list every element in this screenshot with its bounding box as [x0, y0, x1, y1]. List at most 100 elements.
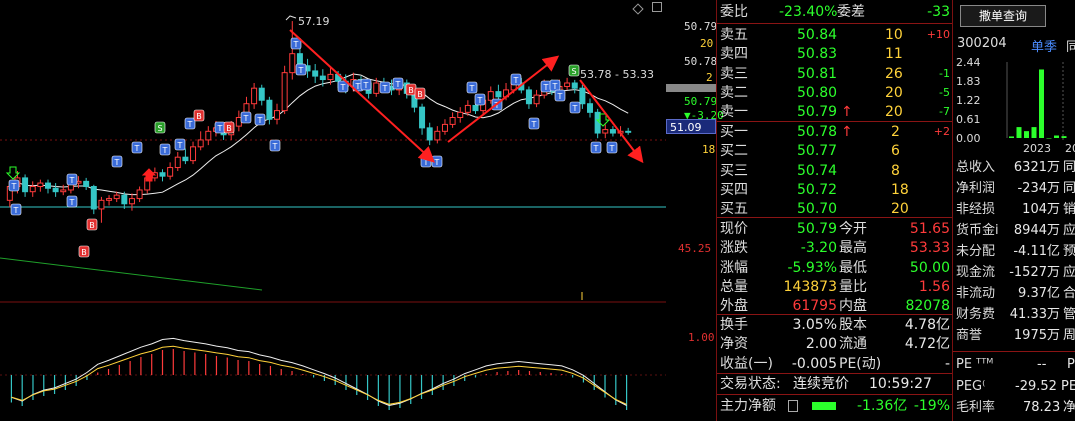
pe-label: PE ᵀᵀᴹ [956, 357, 994, 372]
finance-bar [1054, 135, 1059, 138]
ask-row[interactable]: 卖一 50.79 ↑ 20 -7 [717, 102, 953, 122]
signal-marker-text: T [69, 176, 75, 185]
finance-value: 9.37亿 [1018, 286, 1060, 301]
signal-marker-text: T [69, 198, 75, 207]
stat-value: 61795 [792, 298, 837, 315]
year-label: 2023 [1023, 142, 1051, 155]
gross-margin-label: 毛利率 [956, 400, 996, 415]
current-price-band [666, 84, 716, 92]
candle-body [289, 53, 296, 74]
axis-label: 18 [702, 143, 716, 156]
signal-marker-text: T [134, 144, 140, 153]
signal-marker: B [78, 245, 90, 258]
ask-row[interactable]: 卖五 50.84 10 +10 [717, 25, 953, 45]
finance-value: -234万 [1017, 181, 1060, 196]
ask-price: 50.79 [797, 104, 838, 121]
finance-label: 净利润 [956, 181, 996, 196]
ask-row[interactable]: 卖四 50.83 11 [717, 44, 953, 64]
bid-label: 买二 [720, 143, 748, 160]
ask-price: 50.81 [797, 65, 838, 82]
finance-label: 未分配 [956, 244, 996, 259]
restore-window-icon[interactable] [652, 2, 662, 12]
signal-marker-text: T [552, 82, 558, 91]
stat2-row: 收益(一) -0.005 PE(动) - [717, 354, 953, 374]
stat2-value: -0.005 [791, 355, 837, 372]
wei-cha-value: -33 [927, 4, 950, 20]
stat-value: 82078 [905, 298, 950, 315]
ask-row[interactable]: 卖三 50.81 26 -1 [717, 64, 953, 84]
bid-price: 50.74 [797, 162, 838, 179]
stat-value: 1.56 [918, 278, 950, 295]
candle-body [609, 129, 616, 134]
bid-row[interactable]: 买一 50.78 ↑ 2 +2 [717, 122, 953, 142]
finance-label: 货币金i [956, 223, 999, 238]
signal-marker: S [568, 64, 580, 77]
kline-chart-panel[interactable]: TTTTTTTTTTTTTTTTTTTTTTTTTTTTTTTTTBBBBBBS… [0, 0, 666, 421]
bid-change: +2 [933, 125, 950, 138]
stat2-row: 净资 2.00 流通 4.72亿 [717, 334, 953, 354]
ask-change: -7 [939, 105, 950, 119]
main-net-row[interactable]: 主力净额 -1.36亿 -19% [717, 396, 953, 416]
signal-marker-text: B [81, 248, 87, 257]
candle-body [44, 182, 51, 189]
candle-body [37, 182, 44, 188]
stat2-label: 股本 [839, 317, 867, 333]
bid-row[interactable]: 买五 50.70 20 [717, 199, 953, 219]
candle-body [587, 103, 594, 113]
candle-body [464, 104, 471, 113]
stat2-label: 净资 [720, 336, 748, 353]
bid-label: 买一 [720, 124, 748, 140]
finance-label: 非流动 [956, 286, 996, 301]
axis-label: 50.79 [684, 95, 718, 108]
year-label: 20 [1065, 142, 1075, 155]
finance-extra: 同 [1062, 181, 1075, 196]
withdraw-query-button[interactable]: 撒单查询 [960, 5, 1046, 27]
signal-marker-text: T [363, 81, 369, 90]
stat-row: 涨幅 -5.93% 最低 50.00 [717, 258, 953, 278]
signal-marker: T [8, 179, 20, 192]
wei-bi-value: -23.40% [779, 4, 838, 20]
signal-marker-text: T [13, 206, 19, 215]
candle-body [312, 70, 319, 77]
ask-change: -1 [939, 66, 950, 80]
kline-chart[interactable]: TTTTTT TTT TT TTTTT T T T TT TTTTTTT TTTT TBBBBB BS… [0, 0, 666, 421]
y-tick-label: 1.83 [956, 75, 981, 88]
stat-row: 现价 50.79 今开 51.65 [717, 219, 953, 239]
bid-price: 50.72 [797, 181, 838, 198]
detail-icon[interactable] [788, 400, 798, 412]
signal-marker: T [569, 101, 581, 114]
finance-extra: 应 [1062, 265, 1075, 280]
signal-marker-text: T [293, 40, 299, 49]
finance-label: 商誉 [956, 328, 983, 343]
signal-marker: T [66, 195, 78, 208]
ask-price: 50.80 [797, 84, 838, 101]
ask-label: 卖二 [720, 84, 748, 101]
ask-row[interactable]: 卖二 50.80 20 -5 [717, 83, 953, 103]
finance-row: 非流动 9.37亿合 [953, 284, 1075, 304]
bid-row[interactable]: 买四 50.72 18 [717, 180, 953, 200]
axis-label: 1.00 [688, 331, 715, 344]
price-axis: 50.79 20 50.78 2 50.79 ▼-3.20 51.09 20 1… [666, 0, 724, 421]
signal-marker-text: T [187, 120, 193, 129]
finance-row: 总收入 6321万同 [953, 158, 1075, 178]
candle-body [60, 189, 67, 193]
bid-row[interactable]: 买三 50.74 8 [717, 161, 953, 181]
high-price-label: 57.19 [298, 15, 330, 28]
candle-body [258, 87, 265, 101]
ask-volume: 11 [885, 46, 903, 63]
bid-row[interactable]: 买二 50.77 6 [717, 141, 953, 161]
candle-body [197, 139, 204, 148]
candle-body [274, 110, 281, 120]
peg-row: PEG⁽ -29.52 PE [953, 377, 1075, 397]
finance-value: -4.11亿 [1013, 244, 1060, 259]
peg-extra: PE [1061, 379, 1075, 394]
signal-marker-text: B [196, 112, 202, 121]
bid-volume: 18 [891, 181, 909, 198]
signal-marker: B [223, 121, 235, 134]
finance-row: 现金流 -1527万应 [953, 263, 1075, 283]
ask-price: 50.83 [797, 46, 838, 63]
stat-value: -5.93% [787, 259, 837, 276]
signal-marker: T [184, 117, 196, 130]
stat-label: 量比 [839, 278, 867, 295]
stat-value: 143873 [783, 278, 837, 295]
